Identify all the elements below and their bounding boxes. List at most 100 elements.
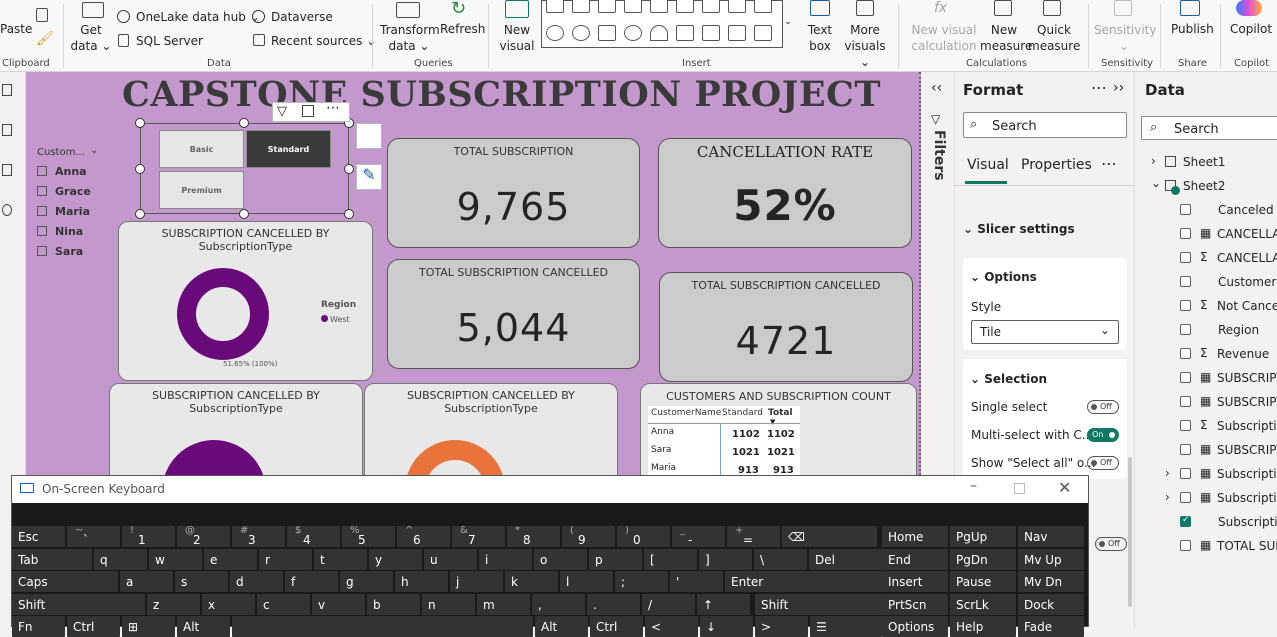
resize-handle[interactable] [344, 164, 354, 174]
key-nav[interactable]: PgDn [950, 548, 1016, 570]
key-tab[interactable]: Tab [12, 548, 92, 570]
column-header[interactable]: CustomerName [651, 408, 721, 418]
format-search-input[interactable]: ⌕ Search [963, 112, 1127, 138]
recent-sources-button[interactable]: Recent sources ⌄ [271, 34, 376, 48]
resize-handle[interactable] [135, 164, 145, 174]
key-nav[interactable]: PgUp [950, 526, 1016, 547]
slicer-tile-basic[interactable]: Basic [159, 130, 244, 168]
more-options-icon[interactable]: ⋯ [1091, 78, 1107, 97]
field-item[interactable]: ▦ TOTAL SUB [1135, 534, 1277, 558]
new-visual-calculation-button[interactable]: New visual calculation [908, 22, 980, 54]
key-del[interactable]: Del [809, 548, 882, 570]
field-checkbox[interactable] [1180, 324, 1191, 335]
new-measure-button[interactable]: New measure [980, 22, 1032, 54]
field-checkbox[interactable] [1180, 300, 1191, 311]
field-item[interactable]: ▦ SUBSCRIPT [1135, 438, 1277, 462]
collapse-left-icon[interactable]: ‹‹ [931, 80, 942, 96]
key-digit[interactable]: % 5 [342, 526, 395, 547]
report-view-icon[interactable] [2, 84, 12, 96]
more-visuals-button[interactable]: More visuals ⌄ [840, 22, 890, 70]
key-letter[interactable]: c [257, 593, 310, 615]
format-brush-icon[interactable]: ✎ [356, 164, 382, 190]
customer-slicer-item[interactable]: Anna [37, 165, 87, 178]
keyboard-titlebar[interactable]: On-Screen Keyboard – ✕ [12, 476, 1088, 503]
slicer-tile-premium[interactable]: Premium [159, 171, 244, 209]
customer-slicer-item[interactable]: Sara [37, 245, 83, 258]
card-icon[interactable] [676, 25, 694, 41]
field-item[interactable]: › ▦ Subscriptio [1135, 486, 1277, 510]
key-nav[interactable]: PrtScn [882, 593, 948, 615]
paste-button[interactable]: Paste [0, 22, 32, 36]
key-esc[interactable]: Esc [12, 526, 65, 547]
key-letter[interactable]: a [120, 571, 173, 592]
field-item[interactable]: Region [1135, 318, 1277, 342]
text-box-button[interactable]: Text box [800, 22, 840, 54]
key-digit[interactable]: $4 [287, 526, 340, 547]
field-checkbox[interactable] [1180, 515, 1191, 527]
single-select-toggle[interactable]: Off [1087, 400, 1119, 414]
field-item[interactable]: ▦ SUBSCRIPT [1135, 390, 1277, 414]
field-item[interactable]: Canceled [1135, 198, 1277, 222]
treemap-icon[interactable] [598, 25, 616, 41]
tab-visual[interactable]: Visual [967, 157, 1009, 173]
copy-icon[interactable] [36, 8, 48, 22]
publish-button[interactable]: Publish [1171, 22, 1214, 36]
key-letter[interactable]: ' [670, 571, 723, 592]
key-letter[interactable]: o [534, 548, 587, 570]
key-letter[interactable]: z [147, 593, 200, 615]
key-backspace[interactable]: ⌫ [782, 526, 877, 547]
filter-icon[interactable]: ▽ [277, 104, 287, 119]
key-letter[interactable]: v [312, 593, 365, 615]
key-nav[interactable]: Mv Up [1018, 548, 1084, 570]
filters-label[interactable]: Filters [931, 130, 947, 190]
column-100-icon[interactable] [676, 0, 694, 13]
scrollbar[interactable] [1128, 457, 1132, 607]
key-letter[interactable]: e [204, 548, 257, 570]
onelake-data-hub-button[interactable]: OneLake data hub ⌄ [136, 10, 260, 24]
key-digit[interactable]: (9 [562, 526, 615, 547]
key-letter[interactable]: j [450, 571, 503, 592]
style-dropdown[interactable]: Tile ⌄ [971, 320, 1119, 344]
donut-slice[interactable] [177, 268, 269, 360]
key-letter[interactable]: f [285, 571, 338, 592]
key-nav[interactable]: Insert [882, 571, 948, 592]
expand-right-icon[interactable]: ›› [1113, 80, 1124, 96]
options-header[interactable]: ⌄ Options [970, 270, 1037, 284]
key-digit[interactable]: ^ 6 [397, 526, 450, 547]
field-checkbox[interactable] [1180, 348, 1191, 359]
key-letter[interactable]: r [259, 548, 312, 570]
field-item[interactable]: ▦ CANCELLAT [1135, 222, 1277, 246]
field-checkbox[interactable] [1180, 468, 1191, 479]
chevron-down-icon[interactable]: ⌄ [90, 145, 98, 156]
clustered-column-icon[interactable] [624, 0, 642, 13]
key-digit[interactable]: ) 0 [617, 526, 670, 547]
field-checkbox[interactable] [1180, 396, 1191, 407]
field-item[interactable]: Σ CANCELLAT [1135, 246, 1277, 270]
focus-mode-icon[interactable] [302, 105, 314, 117]
key-letter[interactable]: n [422, 593, 475, 615]
key-letter[interactable]: d [230, 571, 283, 592]
field-checkbox[interactable] [1180, 276, 1191, 287]
customer-slicer-item[interactable]: Grace [37, 185, 91, 198]
column-header[interactable]: Total [768, 408, 793, 418]
slicer-tile-standard[interactable]: Standard [246, 130, 331, 168]
checkbox[interactable] [37, 246, 47, 256]
clustered-bar-icon[interactable] [598, 0, 616, 13]
field-item[interactable]: CustomerN [1135, 270, 1277, 294]
legend-item[interactable]: West [321, 315, 350, 324]
field-item[interactable]: Σ Revenue [1135, 342, 1277, 366]
sql-server-button[interactable]: SQL Server [136, 34, 203, 48]
line-chart-icon[interactable] [702, 0, 720, 13]
select-all-toggle[interactable]: Off [1087, 456, 1119, 470]
key-letter[interactable]: \ [754, 548, 807, 570]
maximize-icon[interactable] [1014, 483, 1025, 494]
key-nav[interactable]: Dock [1018, 593, 1084, 615]
field-checkbox[interactable] [1180, 492, 1191, 503]
key-letter[interactable]: i [479, 548, 532, 570]
checkbox[interactable] [37, 226, 47, 236]
field-item[interactable]: Σ Not Cancel [1135, 294, 1277, 318]
ribbon-chart-icon[interactable] [754, 0, 772, 13]
key-enter[interactable]: Enter [725, 571, 882, 592]
key-letter[interactable]: u [424, 548, 477, 570]
key-digit[interactable]: ~ ` [67, 526, 120, 547]
